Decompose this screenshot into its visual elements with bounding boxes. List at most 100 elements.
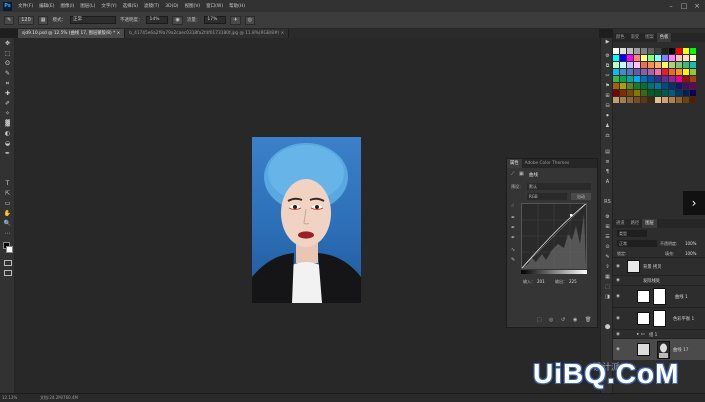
color-swatch[interactable] [690, 90, 696, 96]
curve-plot[interactable] [521, 202, 588, 269]
blend-mode-select[interactable]: 正常 [617, 240, 657, 247]
color-swatch[interactable] [669, 90, 675, 96]
color-swatch[interactable] [627, 69, 633, 75]
color-swatch[interactable] [613, 48, 619, 54]
layer-kind-filter[interactable]: 类型 [617, 230, 647, 237]
color-swatch[interactable] [669, 69, 675, 75]
notes-icon[interactable]: ✎ [603, 253, 612, 261]
menu-image[interactable]: 图像(I) [60, 3, 74, 9]
document-photo[interactable] [252, 137, 361, 303]
tab-jpg[interactable]: b_41745e6a2f9a79a2caec0318fa2f4f0173180f… [125, 29, 290, 38]
background-color-swatch[interactable] [6, 246, 13, 253]
color-swatch[interactable] [669, 55, 675, 61]
target-adjust-icon[interactable]: ☝ [511, 203, 514, 209]
eyedropper-tool-icon[interactable]: ✚ [3, 90, 12, 98]
libraries-icon[interactable]: ⊞ [603, 223, 612, 231]
crop-tool-icon[interactable]: ⌗ [3, 80, 12, 88]
curve-point-icon[interactable]: ∿ [511, 247, 515, 253]
color-swatch[interactable] [648, 76, 654, 82]
color-swatch[interactable] [641, 83, 647, 89]
flow-input[interactable]: 17% [204, 16, 227, 24]
tab-color[interactable]: 颜色 [613, 33, 628, 42]
fill-value[interactable]: 100% [685, 251, 696, 256]
tab-pattern[interactable]: 图案 [642, 33, 657, 42]
navigator-icon[interactable]: ⚑ [603, 82, 612, 90]
stamp-tool-icon[interactable]: ▓ [3, 120, 12, 128]
brush-tool-icon[interactable]: ✎ [4, 15, 15, 25]
color-swatch[interactable] [655, 69, 661, 75]
color-swatch[interactable] [662, 83, 668, 89]
hand-tool-icon[interactable]: ✋ [3, 210, 12, 218]
color-swatch[interactable] [655, 90, 661, 96]
visibility-eye-icon[interactable]: ◉ [616, 264, 620, 269]
color-swatch[interactable] [676, 83, 682, 89]
healing-tool-icon[interactable]: ✐ [3, 100, 12, 108]
color-swatch[interactable] [627, 83, 633, 89]
pressure-opacity-icon[interactable]: ◉ [172, 15, 183, 25]
color-swatch[interactable] [648, 55, 654, 61]
color-swatch[interactable] [683, 62, 689, 68]
visibility-eye-icon[interactable]: ◉ [616, 347, 620, 352]
tab-swatches[interactable]: 色板 [656, 33, 672, 42]
color-swatch[interactable] [634, 76, 640, 82]
tab-gradient[interactable]: 渐变 [628, 33, 643, 42]
glyphs-icon[interactable]: A [603, 178, 612, 186]
color-swatch[interactable] [690, 48, 696, 54]
color-swatch[interactable] [648, 69, 654, 75]
color-swatch[interactable] [690, 83, 696, 89]
color-swatch[interactable] [662, 69, 668, 75]
layer-group-row[interactable]: ◉ 发际线处 [613, 275, 705, 285]
menu-type[interactable]: 文字(Y) [101, 3, 116, 9]
adjustments-icon[interactable]: ⚖ [603, 132, 612, 140]
color-swatch[interactable] [648, 48, 654, 54]
color-swatch[interactable] [620, 48, 626, 54]
color-swatch[interactable] [634, 90, 640, 96]
color-swatch[interactable] [620, 97, 626, 103]
color-swatch[interactable] [634, 55, 640, 61]
color-swatch[interactable] [690, 97, 696, 103]
gray-point-eyedropper-icon[interactable]: ✒ [511, 225, 515, 231]
menu-window[interactable]: 窗口(W) [206, 3, 223, 9]
menu-3d[interactable]: 3D(D) [165, 4, 178, 9]
auto-button[interactable]: 自动 [571, 193, 591, 200]
color-swatch[interactable] [627, 62, 633, 68]
menu-layer[interactable]: 图层(L) [80, 3, 95, 9]
layer-row-selected[interactable]: ◉ 曲线 17 [613, 338, 705, 360]
marquee-tool-icon[interactable]: ⬚ [3, 50, 12, 58]
color-swatch[interactable] [648, 97, 654, 103]
color-swatch[interactable] [662, 62, 668, 68]
color-swatch[interactable] [676, 90, 682, 96]
color-swatch[interactable] [683, 55, 689, 61]
paths-icon[interactable]: ◨ [603, 293, 612, 301]
measurement-icon[interactable]: ⇪ [603, 263, 612, 271]
color-swatch[interactable] [613, 97, 619, 103]
color-swatch[interactable] [634, 48, 640, 54]
color-swatch[interactable] [676, 69, 682, 75]
gradient-icon[interactable]: ⬤ [603, 323, 612, 331]
color-swatch[interactable] [641, 97, 647, 103]
color-swatch[interactable] [613, 83, 619, 89]
visibility-eye-icon[interactable]: ◉ [616, 316, 620, 321]
color-swatch[interactable] [634, 62, 640, 68]
visibility-toggle-icon[interactable]: ◉ [573, 317, 577, 323]
close-button[interactable]: × [693, 2, 701, 10]
color-swatch[interactable] [648, 62, 654, 68]
color-swatch[interactable] [669, 83, 675, 89]
tab-properties[interactable]: 属性 [507, 159, 522, 168]
color-swatch[interactable] [676, 97, 682, 103]
mode-select[interactable]: 正常 [69, 16, 116, 24]
color-swatch[interactable] [655, 62, 661, 68]
input-value[interactable]: 201 [537, 279, 545, 284]
plugin-icon[interactable]: RS [603, 198, 612, 206]
collapse-panels-icon[interactable]: ▶ [603, 38, 612, 46]
color-swatch[interactable] [627, 76, 633, 82]
color-swatch[interactable] [669, 48, 675, 54]
close-icon[interactable]: × [117, 31, 121, 36]
color-swatch[interactable] [641, 48, 647, 54]
tab-layers[interactable]: 图层 [642, 219, 657, 228]
channels-icon[interactable]: ⬚ [603, 283, 612, 291]
color-swatch[interactable] [690, 69, 696, 75]
color-swatch[interactable] [648, 83, 654, 89]
color-swatch[interactable] [669, 97, 675, 103]
color-swatch[interactable] [634, 97, 640, 103]
